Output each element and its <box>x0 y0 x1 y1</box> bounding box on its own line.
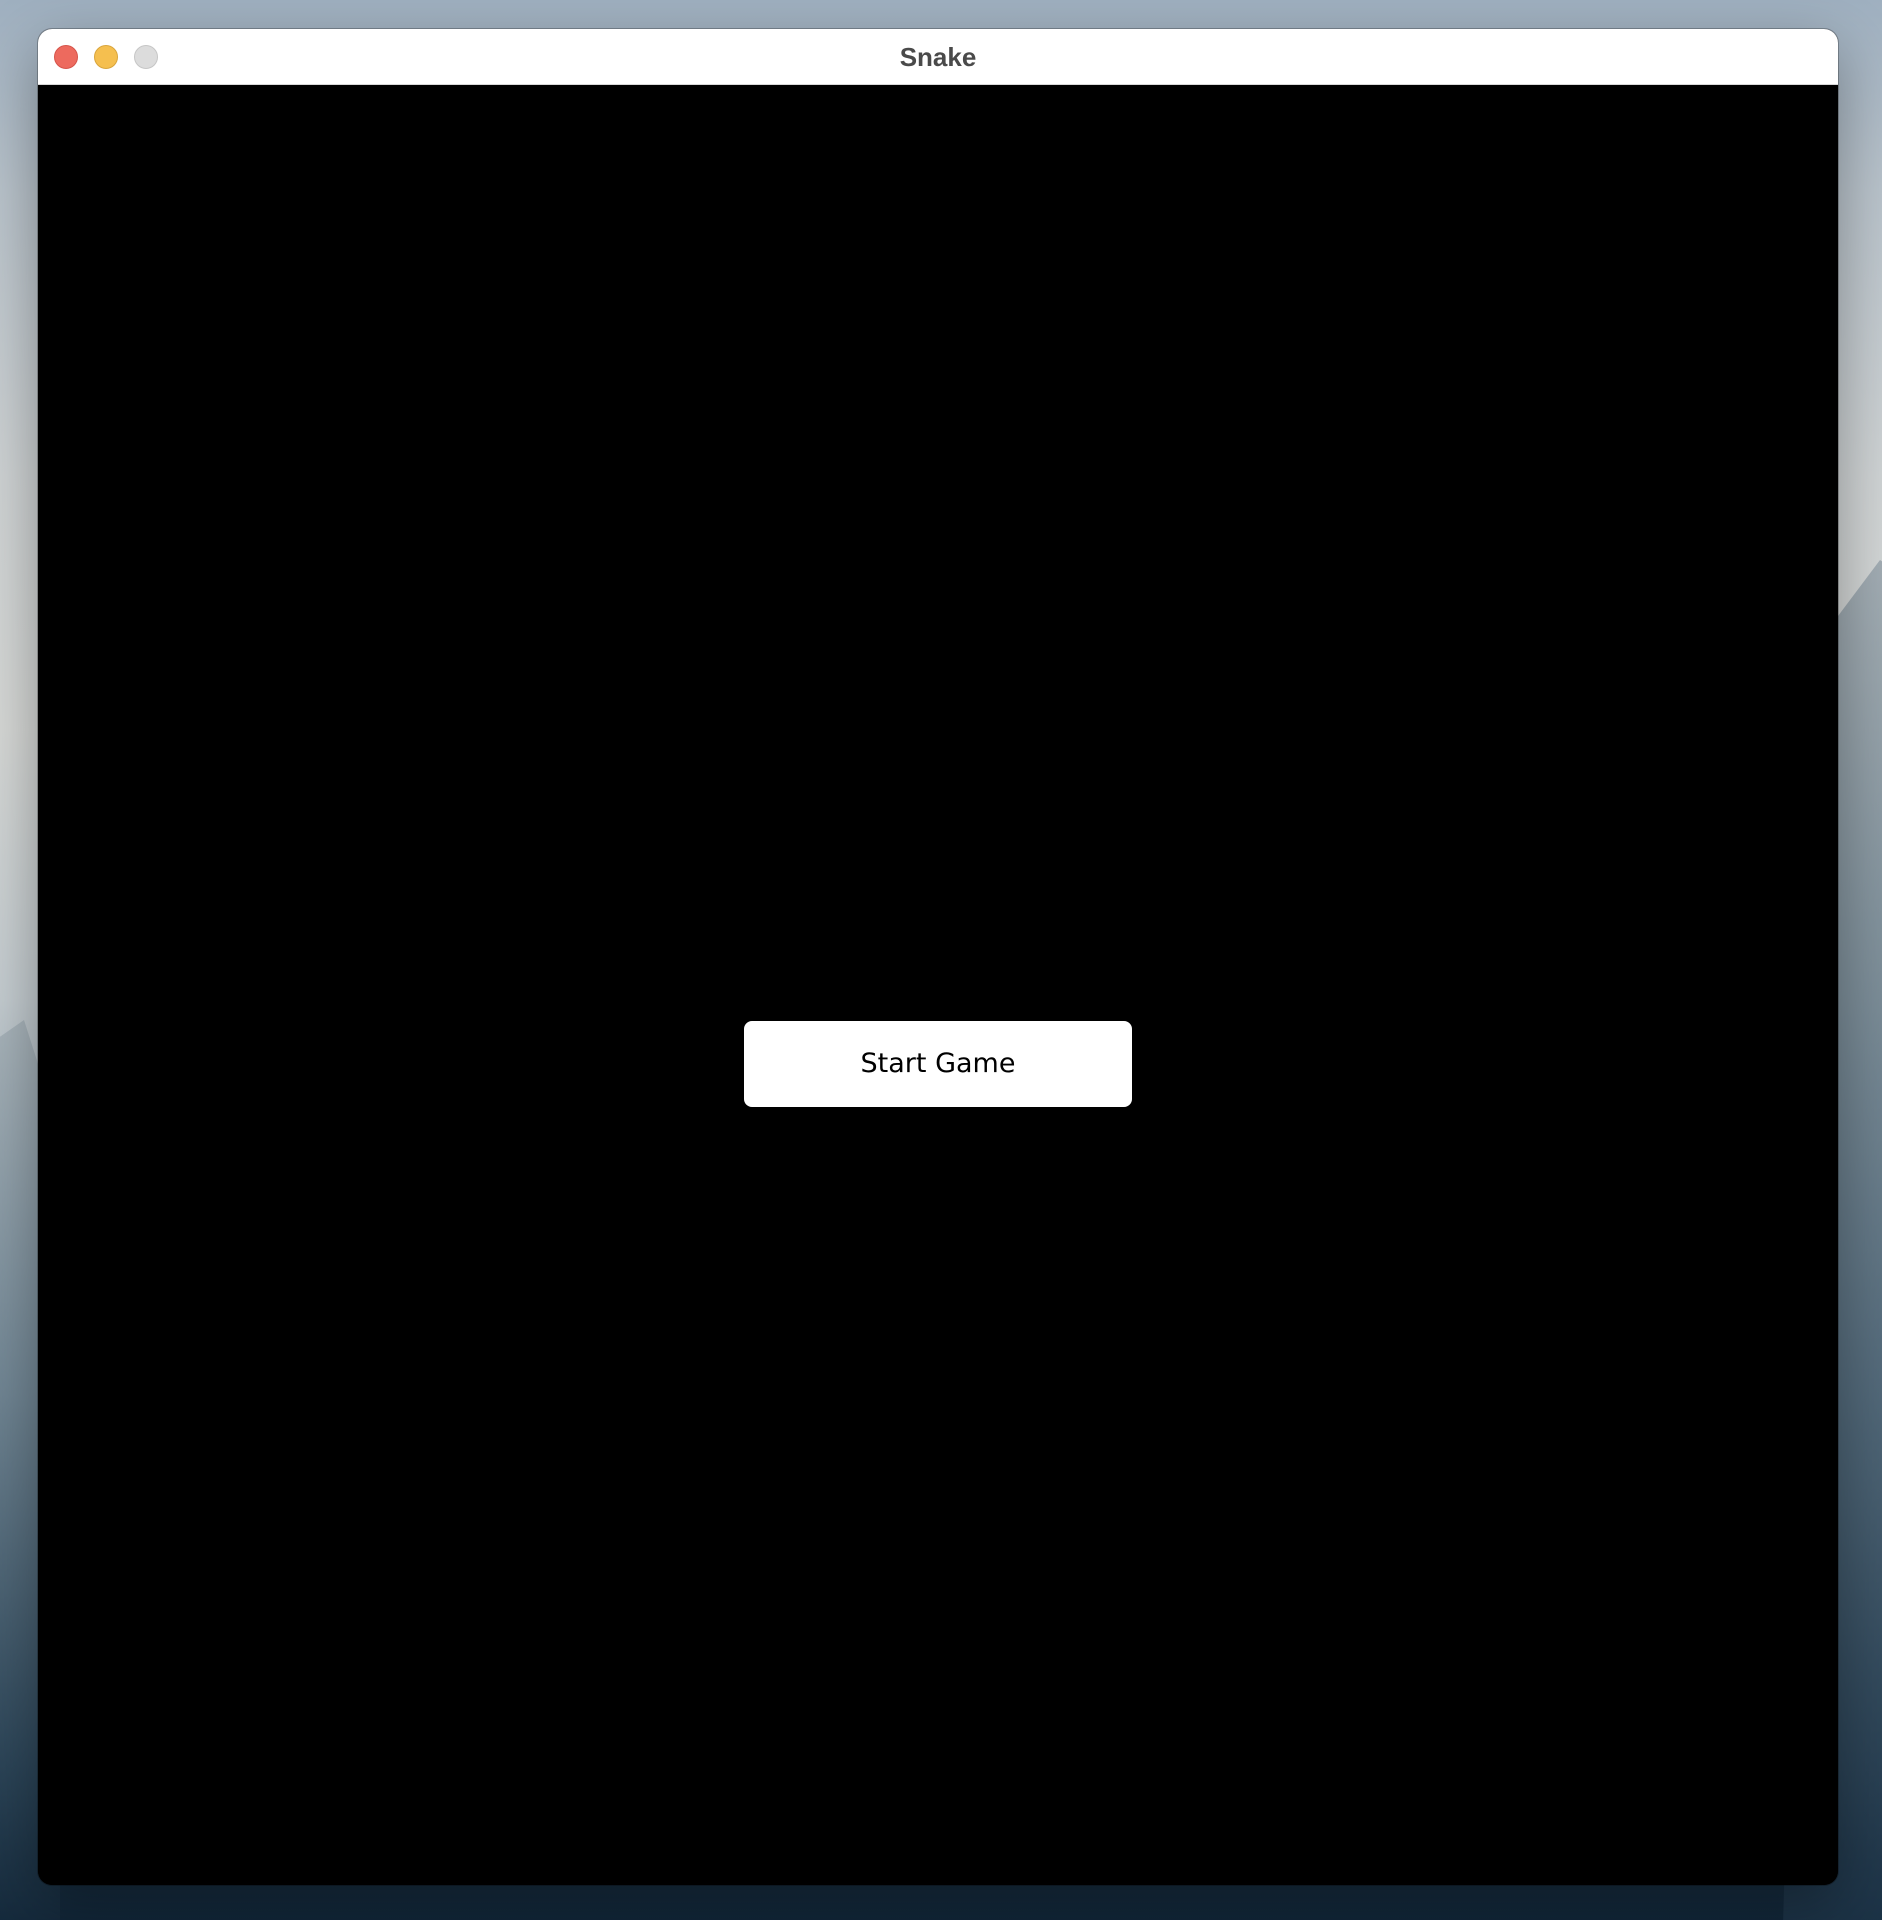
window-titlebar[interactable]: Snake <box>38 29 1838 85</box>
window-title: Snake <box>899 42 977 72</box>
snake-window: Snake Start Game <box>38 29 1838 1885</box>
start-game-button[interactable]: Start Game <box>744 1021 1132 1107</box>
game-canvas[interactable]: Start Game <box>38 85 1838 1885</box>
